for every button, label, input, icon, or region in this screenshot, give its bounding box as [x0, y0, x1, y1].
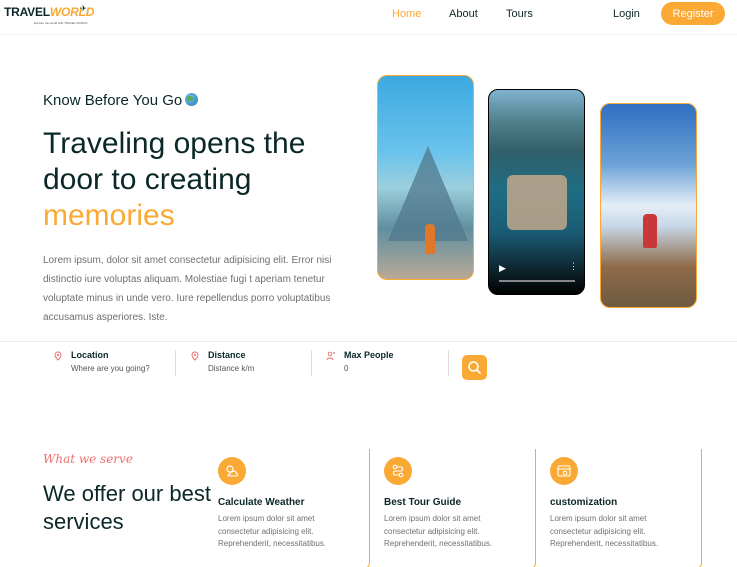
location-input[interactable]: Where are you going?	[71, 364, 150, 373]
hero-video[interactable]: ▶ ⋮	[488, 89, 585, 295]
search-icon	[468, 361, 481, 374]
distance-pin-icon	[191, 351, 199, 361]
guide-icon	[384, 457, 412, 485]
login-button[interactable]: Login	[613, 8, 640, 20]
search-location[interactable]: Location Where are you going?	[53, 350, 168, 378]
weather-icon	[218, 457, 246, 485]
traveler-figure	[425, 224, 435, 254]
search-button[interactable]	[462, 355, 487, 380]
fortress-shape	[507, 175, 567, 230]
nav-home-link[interactable]: Home	[392, 8, 421, 20]
max-people-label: Max People	[344, 350, 394, 360]
search-divider	[448, 350, 449, 376]
max-people-input[interactable]: 0	[344, 364, 348, 373]
site-logo[interactable]: TRAVELWORLD ✈ Explore the world with TRA…	[4, 3, 94, 29]
hiker-figure	[643, 214, 657, 248]
play-icon[interactable]: ▶	[499, 263, 506, 274]
location-label: Location	[71, 350, 109, 360]
hero-image-mountain	[600, 103, 697, 308]
search-divider	[311, 350, 312, 376]
service-card-guide: Best Tour Guide Lorem ipsum dolor sit am…	[384, 449, 536, 567]
distance-input[interactable]: Distance k/m	[208, 364, 254, 373]
airplane-icon: ✈	[80, 4, 87, 13]
nav-about-link[interactable]: About	[449, 8, 478, 20]
hero-description: Lorem ipsum, dolor sit amet consectetur …	[43, 255, 332, 323]
service-card-weather: Calculate Weather Lorem ipsum dolor sit …	[218, 449, 370, 567]
hero-subtitle-text: Know Before You Go	[43, 92, 183, 109]
hero-image-louvre	[377, 75, 474, 280]
services-title: We offer our best services	[43, 481, 211, 534]
nav-tours-link[interactable]: Tours	[506, 8, 533, 20]
card-title: customization	[550, 497, 618, 508]
people-icon	[326, 351, 335, 361]
customization-icon	[550, 457, 578, 485]
distance-label: Distance	[208, 350, 246, 360]
card-description: Lorem ipsum dolor sit amet consectetur a…	[550, 514, 659, 548]
hero-divider	[0, 341, 737, 342]
location-pin-icon	[54, 351, 62, 361]
more-options-icon[interactable]: ⋮	[569, 261, 578, 272]
card-description: Lorem ipsum dolor sit amet consectetur a…	[384, 514, 493, 548]
hero-subtitle: Know Before You Go	[43, 92, 199, 109]
register-button[interactable]: Register	[661, 2, 725, 25]
globe-icon	[185, 93, 199, 106]
headline-highlight: memories	[43, 199, 175, 232]
card-title: Calculate Weather	[218, 497, 305, 508]
search-distance[interactable]: Distance Distance k/m	[190, 350, 300, 378]
hero-headline: Traveling opens the door to creating mem…	[43, 126, 363, 234]
card-title: Best Tour Guide	[384, 497, 462, 508]
site-header: TRAVELWORLD ✈ Explore the world with TRA…	[0, 0, 737, 28]
header-divider	[0, 34, 737, 35]
headline-line-2: door to creating	[43, 163, 252, 196]
search-max-people[interactable]: Max People 0	[326, 350, 436, 378]
video-progress-bar[interactable]	[499, 280, 575, 282]
service-card-customization: customization Lorem ipsum dolor sit amet…	[550, 449, 702, 567]
logo-tagline: Explore the world with TRAVEL WORLD	[34, 21, 88, 25]
services-subtitle: What we serve	[43, 452, 133, 466]
card-description: Lorem ipsum dolor sit amet consectetur a…	[218, 514, 327, 548]
headline-line-1: Traveling opens the	[43, 127, 306, 160]
search-divider	[175, 350, 176, 376]
